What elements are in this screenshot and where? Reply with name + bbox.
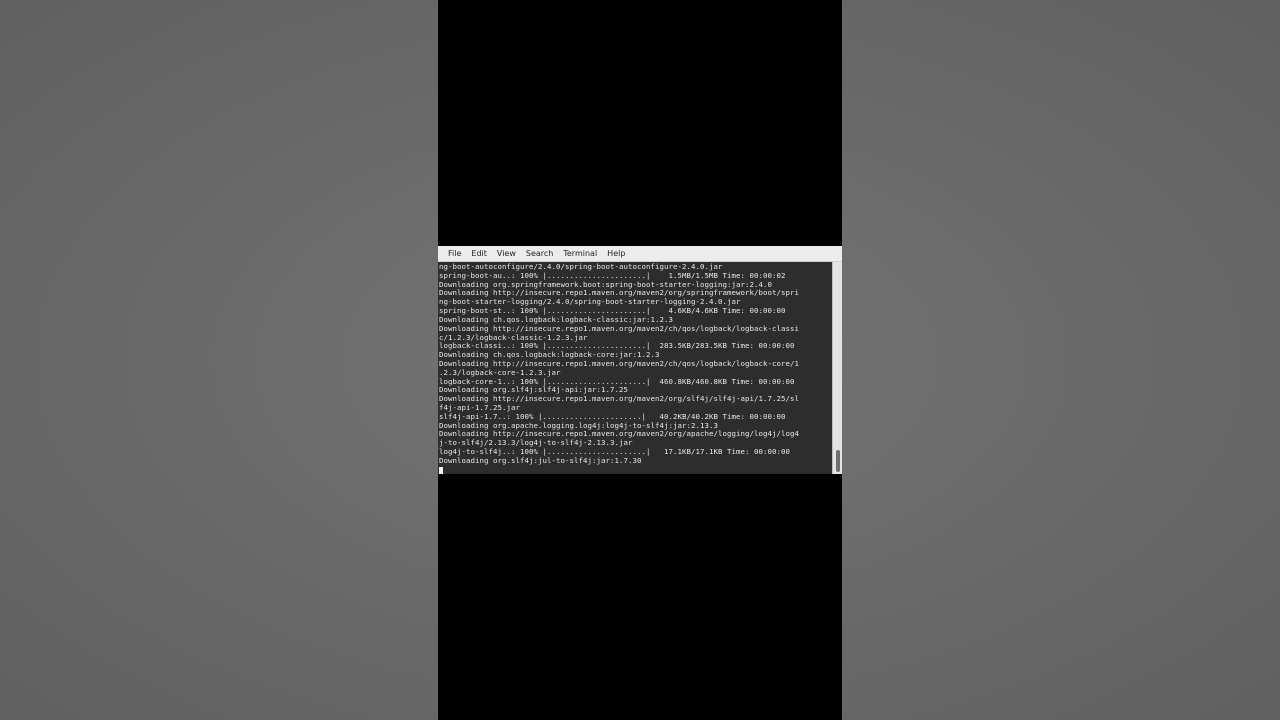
menu-file[interactable]: File	[443, 246, 466, 261]
terminal-line: Downloading org.slf4j:jul-to-slf4j:jar:1…	[439, 455, 642, 465]
menu-view[interactable]: View	[492, 246, 521, 261]
video-frame: File Edit View Search Terminal Help ng-b…	[0, 0, 1280, 720]
scrollbar-thumb[interactable]	[836, 450, 840, 472]
menubar: File Edit View Search Terminal Help	[438, 246, 842, 262]
prompt-line	[438, 466, 833, 474]
terminal-output[interactable]: ng-boot-autoconfigure/2.4.0/spring-boot-…	[438, 262, 833, 474]
terminal-window[interactable]: File Edit View Search Terminal Help ng-b…	[438, 246, 842, 474]
menu-edit[interactable]: Edit	[466, 246, 492, 261]
vertical-scrollbar[interactable]	[832, 262, 842, 474]
menu-search[interactable]: Search	[521, 246, 558, 261]
menu-help[interactable]: Help	[602, 246, 630, 261]
text-cursor	[439, 466, 443, 474]
menu-terminal[interactable]: Terminal	[558, 246, 602, 261]
